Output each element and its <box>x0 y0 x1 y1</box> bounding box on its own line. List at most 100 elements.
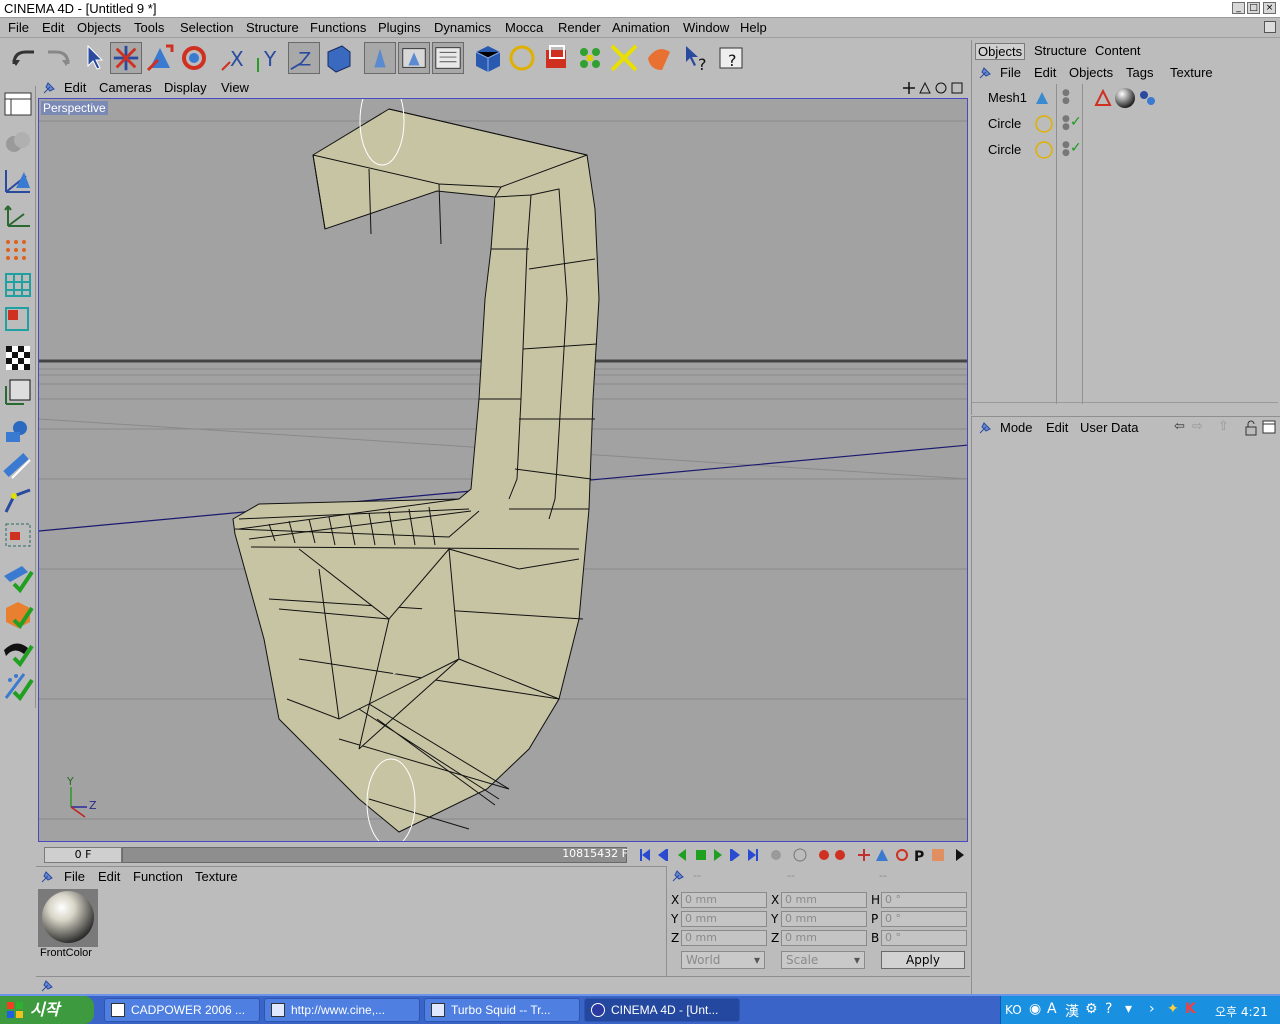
tab-content[interactable]: Content <box>1093 43 1143 58</box>
size-mode-select[interactable]: Scale ▾ <box>781 951 865 969</box>
objects-menu-file[interactable]: File <box>1000 65 1021 80</box>
viewport-menu-view[interactable]: View <box>221 80 249 95</box>
menu-tools[interactable]: Tools <box>134 20 164 35</box>
model-tool-icon[interactable] <box>2 126 34 158</box>
redo-icon[interactable] <box>42 42 74 74</box>
size-z-field[interactable]: 0 mm <box>781 930 867 946</box>
position-y-field[interactable]: 0 mm <box>681 911 767 927</box>
object-row[interactable]: Circle ● ● ✓ <box>978 113 1278 135</box>
rotation-h-field[interactable]: 0 ° <box>881 892 967 908</box>
undo-icon[interactable] <box>8 42 40 74</box>
tray-options-icon[interactable]: ▾ <box>1125 1001 1132 1017</box>
array-icon[interactable] <box>574 42 606 74</box>
coordinate-mode-select[interactable]: World ▾ <box>681 951 765 969</box>
polygons-mode-icon[interactable] <box>2 302 34 334</box>
animation-mode-icon[interactable] <box>2 416 34 448</box>
workplane-icon[interactable] <box>2 518 34 550</box>
position-z-field[interactable]: 0 mm <box>681 930 767 946</box>
x-axis-lock-icon[interactable]: X <box>220 42 252 74</box>
inverse-kinematics-icon[interactable] <box>2 450 34 482</box>
tab-structure[interactable]: Structure <box>1032 43 1089 58</box>
perspective-viewport[interactable]: Perspective Y Z <box>38 98 968 842</box>
enabled-checkmark-icon[interactable]: ✓ <box>1070 140 1082 156</box>
objects-menu-edit[interactable]: Edit <box>1034 65 1056 80</box>
object-axis-icon[interactable] <box>2 164 34 196</box>
move-tool-icon[interactable] <box>110 42 142 74</box>
material-menu-function[interactable]: Function <box>133 869 183 884</box>
layout-icon[interactable] <box>2 88 34 120</box>
restore-icon[interactable] <box>1264 21 1276 33</box>
size-y-field[interactable]: 0 mm <box>781 911 867 927</box>
globe-icon[interactable]: ◉ <box>1029 1001 1041 1017</box>
nurbs-icon[interactable] <box>540 42 572 74</box>
pin-icon[interactable] <box>42 81 56 95</box>
apply-button[interactable]: Apply <box>881 951 965 969</box>
visibility-dots-icon[interactable]: ● ● <box>1062 141 1070 158</box>
viewport-menu-cameras[interactable]: Cameras <box>99 80 152 95</box>
network-icon[interactable]: ✦ <box>1167 1001 1179 1017</box>
rotate-view-icon[interactable] <box>934 81 948 95</box>
hanja-icon[interactable]: 漢 <box>1065 1001 1079 1021</box>
enable-snapping-icon[interactable] <box>2 598 34 630</box>
position-x-field[interactable]: 0 mm <box>681 892 767 908</box>
menu-plugins[interactable]: Plugins <box>378 20 421 35</box>
rotate-tool-icon[interactable] <box>178 42 210 74</box>
current-frame-field[interactable]: 0 F <box>44 847 122 863</box>
taskbar-item-cinema4d[interactable]: CINEMA 4D - [Unt... <box>584 998 740 1022</box>
live-selection-icon[interactable] <box>80 42 112 74</box>
pin-icon[interactable] <box>40 979 54 993</box>
scene-light-icon[interactable] <box>642 42 674 74</box>
spline-circle-icon[interactable] <box>506 42 538 74</box>
rotation-b-field[interactable]: 0 ° <box>881 930 967 946</box>
deform-mode-icon[interactable] <box>2 636 34 668</box>
rotation-p-field[interactable]: 0 ° <box>881 911 967 927</box>
menu-dynamics[interactable]: Dynamics <box>434 20 491 35</box>
points-mode-icon[interactable] <box>2 234 34 266</box>
objects-menu-texture[interactable]: Texture <box>1170 65 1213 80</box>
menu-file[interactable]: File <box>8 20 29 35</box>
new-panel-icon[interactable] <box>1262 420 1276 434</box>
context-help-icon[interactable]: ? <box>716 42 748 74</box>
render-view-icon[interactable] <box>364 42 396 74</box>
zoom-view-icon[interactable] <box>918 81 932 95</box>
close-button[interactable]: × <box>1263 2 1276 14</box>
texture-axis-icon[interactable] <box>2 376 34 408</box>
minimize-button[interactable]: _ <box>1232 2 1245 14</box>
material-menu-texture[interactable]: Texture <box>195 869 238 884</box>
lock-icon[interactable] <box>1244 420 1258 436</box>
taskbar-item-cadpower[interactable]: CADPOWER 2006 ... <box>104 998 260 1022</box>
coordinate-system-icon[interactable] <box>322 42 354 74</box>
enable-axis-icon[interactable] <box>2 562 34 594</box>
taskbar-item-turbosquid[interactable]: Turbo Squid -- Tr... <box>424 998 580 1022</box>
cube-object-icon[interactable] <box>472 42 504 74</box>
pin-icon[interactable] <box>671 869 685 883</box>
attributes-menu-edit[interactable]: Edit <box>1046 420 1068 435</box>
visibility-dots-icon[interactable]: ● ● <box>1062 115 1070 132</box>
attributes-menu-mode[interactable]: Mode <box>1000 420 1033 435</box>
help-pointer-icon[interactable]: ? <box>682 42 714 74</box>
maximize-view-icon[interactable] <box>950 81 964 95</box>
expand-tray-icon[interactable]: › <box>1149 1001 1155 1017</box>
edges-mode-icon[interactable] <box>2 268 34 300</box>
up-arrow-icon[interactable]: ⇧ <box>1218 419 1229 434</box>
menu-mocca[interactable]: Mocca <box>505 20 543 35</box>
ime-tools-icon[interactable]: ⚙ <box>1085 1001 1098 1017</box>
language-indicator[interactable]: KO <box>1005 1003 1022 1017</box>
menu-edit[interactable]: Edit <box>42 20 64 35</box>
menu-render[interactable]: Render <box>558 20 601 35</box>
start-button[interactable]: 시작 <box>0 996 94 1024</box>
maximize-button[interactable]: □ <box>1247 2 1260 14</box>
enabled-checkmark-icon[interactable]: ✓ <box>1070 114 1082 130</box>
object-row[interactable]: Circle ● ● ✓ <box>978 139 1278 161</box>
timeline-slider[interactable] <box>122 847 627 863</box>
menu-animation[interactable]: Animation <box>612 20 670 35</box>
menu-functions[interactable]: Functions <box>310 20 366 35</box>
menu-objects[interactable]: Objects <box>77 20 121 35</box>
scale-tool-icon[interactable] <box>144 42 176 74</box>
texture-tag-icon[interactable] <box>1114 87 1136 109</box>
help-icon[interactable]: ? <box>1105 1001 1112 1017</box>
axis-tool-icon[interactable] <box>2 200 34 232</box>
objects-menu-objects[interactable]: Objects <box>1069 65 1113 80</box>
visibility-dots-icon[interactable]: ● ● <box>1062 89 1070 106</box>
viewport-menu-display[interactable]: Display <box>164 80 207 95</box>
